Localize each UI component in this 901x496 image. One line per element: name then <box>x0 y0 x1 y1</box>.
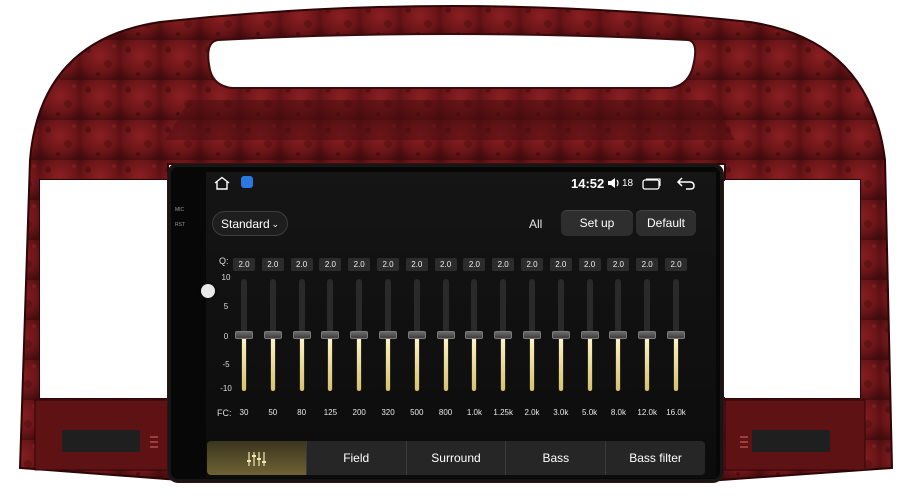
slider-handle[interactable] <box>292 331 311 339</box>
slider-fill <box>270 335 275 391</box>
q-value[interactable]: 2.0 <box>348 258 371 271</box>
all-button[interactable]: All <box>529 217 542 231</box>
slider-handle[interactable] <box>321 331 340 339</box>
equalizer-icon <box>247 451 267 466</box>
frequency-label: 16.0k <box>666 408 686 417</box>
q-value[interactable]: 2.0 <box>492 258 515 271</box>
clock: 14:52 <box>571 176 605 191</box>
slider-handle[interactable] <box>235 331 253 339</box>
slider-fill <box>645 335 650 391</box>
eq-band: 2.0 30 <box>233 252 255 432</box>
q-value[interactable]: 2.0 <box>578 258 601 271</box>
slider-handle[interactable] <box>667 331 685 339</box>
status-bar: 14:52 18 <box>206 172 716 194</box>
eq-band: 2.0 1.25k <box>492 252 515 432</box>
volume-level: 18 <box>622 178 634 189</box>
slider-fill <box>299 335 304 391</box>
slider-handle[interactable] <box>609 331 628 339</box>
slider-fill <box>357 335 362 391</box>
volume-icon[interactable] <box>607 177 621 189</box>
slider-handle[interactable] <box>407 331 426 339</box>
eq-tab-bar: Field Surround Bass Enhancement Bass fil… <box>207 441 705 475</box>
q-value[interactable]: 2.0 <box>290 258 313 271</box>
back-icon[interactable] <box>676 176 696 190</box>
tab-field[interactable]: Field <box>307 441 407 475</box>
assistive-touch-button[interactable] <box>201 284 215 298</box>
tab-surround[interactable]: Surround <box>407 441 507 475</box>
mic-label: MIC <box>175 207 185 213</box>
eq-band: 2.0 500 <box>405 252 428 432</box>
equalizer-display: 14:52 18 Standard ⌄ All Set up Default Q… <box>206 172 716 478</box>
slider-handle[interactable] <box>523 331 541 339</box>
slider-handle[interactable] <box>580 331 599 339</box>
q-value[interactable]: 2.0 <box>463 258 486 271</box>
eq-band: 2.0 1.0k <box>463 252 486 432</box>
recent-apps-icon[interactable] <box>642 178 662 190</box>
q-value[interactable]: 2.0 <box>261 258 284 271</box>
setup-button[interactable]: Set up <box>561 210 633 236</box>
app-notification-icon[interactable] <box>241 176 253 188</box>
slider-fill <box>587 335 592 391</box>
tab-bass-enhancement[interactable]: Bass Enhancement <box>506 441 607 475</box>
slider-handle[interactable] <box>436 331 455 339</box>
slider-handle[interactable] <box>263 331 282 339</box>
q-value[interactable]: 2.0 <box>319 258 342 271</box>
slider-fill <box>616 335 621 391</box>
eq-band: 2.0 12.0k <box>636 252 659 432</box>
eq-band: 2.0 80 <box>290 252 313 432</box>
eq-band: 2.0 5.0k <box>578 252 601 432</box>
slider-fill <box>501 335 506 391</box>
eq-band: 2.0 2.0k <box>521 252 543 432</box>
slider-fill <box>530 335 534 391</box>
slider-fill <box>328 335 333 391</box>
slider-handle[interactable] <box>494 331 513 339</box>
q-value[interactable]: 2.0 <box>521 258 543 271</box>
preset-value: Standard <box>221 217 270 231</box>
slider-fill <box>674 335 678 391</box>
eq-band: 2.0 125 <box>319 252 342 432</box>
q-value[interactable]: 2.0 <box>636 258 659 271</box>
slider-fill <box>443 335 448 391</box>
slider-fill <box>558 335 563 391</box>
slider-fill <box>414 335 419 391</box>
q-value[interactable]: 2.0 <box>233 258 255 271</box>
eq-band: 2.0 16.0k <box>665 252 687 432</box>
slider-fill <box>242 335 246 391</box>
slider-fill <box>472 335 477 391</box>
eq-band: 2.0 3.0k <box>549 252 572 432</box>
preset-dropdown[interactable]: Standard ⌄ <box>212 211 288 236</box>
q-value[interactable]: 2.0 <box>377 258 399 271</box>
slider-handle[interactable] <box>379 331 397 339</box>
q-value[interactable]: 2.0 <box>665 258 687 271</box>
default-button[interactable]: Default <box>636 210 696 236</box>
eq-band: 2.0 8.0k <box>607 252 630 432</box>
slider-fill <box>386 335 390 391</box>
home-icon[interactable] <box>213 176 231 190</box>
tab-equalizer[interactable] <box>207 441 307 475</box>
slider-handle[interactable] <box>350 331 369 339</box>
chevron-down-icon: ⌄ <box>271 219 279 229</box>
head-unit-screen: MIC RST 14:52 18 Standard ⌄ All Set up D… <box>168 164 723 482</box>
tab-bass-filter[interactable]: Bass filter <box>606 441 705 475</box>
eq-band: 2.0 800 <box>434 252 457 432</box>
q-value[interactable]: 2.0 <box>607 258 630 271</box>
slider-handle[interactable] <box>465 331 484 339</box>
eq-band: 2.0 320 <box>377 252 399 432</box>
q-value[interactable]: 2.0 <box>405 258 428 271</box>
q-axis-label: Q: <box>219 256 229 266</box>
slider-handle[interactable] <box>551 331 570 339</box>
eq-band: 2.0 200 <box>348 252 371 432</box>
eq-band: 2.0 50 <box>261 252 284 432</box>
q-value[interactable]: 2.0 <box>434 258 457 271</box>
reset-label[interactable]: RST <box>175 222 185 228</box>
q-value[interactable]: 2.0 <box>549 258 572 271</box>
slider-handle[interactable] <box>638 331 657 339</box>
